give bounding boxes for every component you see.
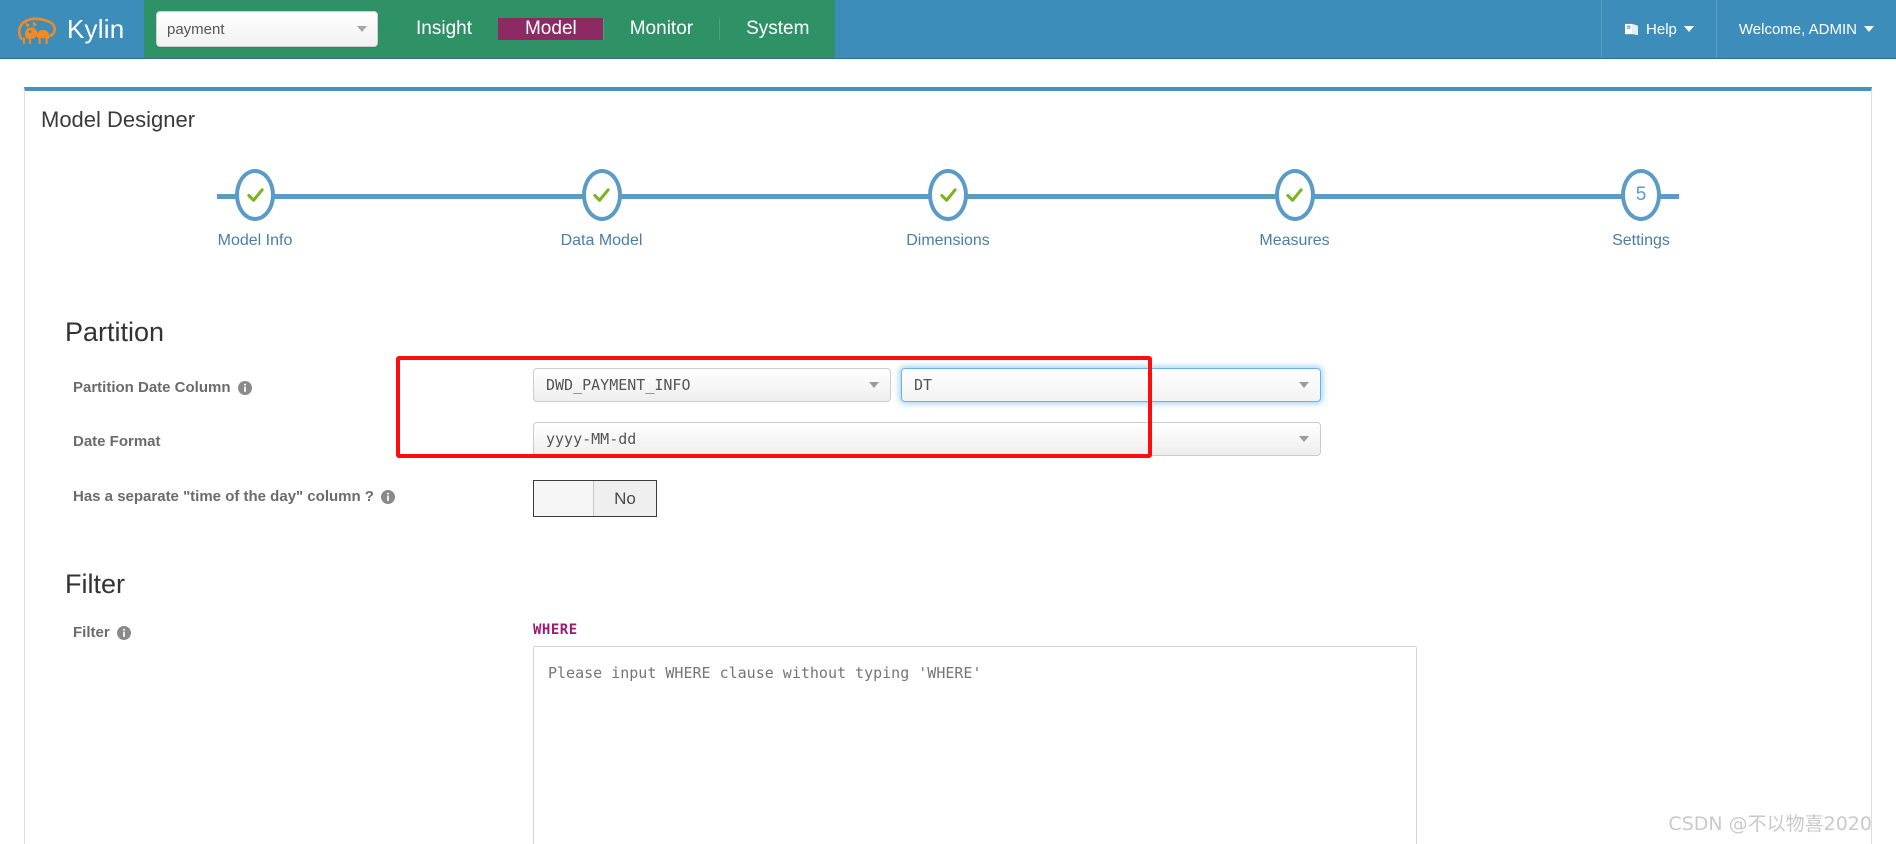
wizard-step-marker — [1274, 169, 1315, 221]
filter-row: Filter WHERE — [25, 622, 1871, 844]
filter-where-textarea[interactable] — [533, 646, 1417, 844]
top-navbar: Kylin payment Insight Model Monitor Syst… — [0, 0, 1896, 59]
check-icon — [939, 187, 957, 202]
partition-date-column-label-text: Partition Date Column — [73, 379, 231, 396]
brand-name: Kylin — [67, 14, 125, 44]
wizard-step-data-model[interactable]: Data Model — [522, 169, 682, 250]
nav-tab-model-label: Model — [524, 18, 577, 39]
wizard-step-label: Dimensions — [906, 232, 990, 249]
nav-tab-model[interactable]: Model — [497, 18, 603, 40]
wizard-step-label: Model Info — [217, 232, 293, 249]
partition-section: Partition Partition Date Column DWD_PAYM… — [25, 317, 1871, 517]
kylin-logo-icon — [17, 17, 56, 45]
wizard-step-marker — [928, 169, 968, 221]
nav-tab-monitor-label: Monitor — [629, 18, 694, 39]
info-icon[interactable] — [116, 625, 131, 640]
date-format-row: Date Format yyyy-MM-dd — [25, 422, 1871, 456]
date-format-select-value: yyyy-MM-dd — [546, 430, 637, 448]
user-label: Welcome, ADMIN — [1738, 20, 1857, 38]
check-icon — [1286, 187, 1303, 202]
nav-tab-system[interactable]: System — [719, 18, 836, 40]
partition-heading: Partition — [65, 317, 165, 347]
wizard-step-marker: 5 — [1621, 169, 1661, 221]
where-keyword-label: WHERE — [533, 622, 578, 638]
check-icon — [246, 187, 264, 202]
wizard-step-label: Settings — [1612, 232, 1670, 249]
wizard-step-label: Measures — [1259, 232, 1330, 249]
caret-down-icon — [1864, 26, 1874, 32]
partition-column-select-value: DT — [914, 376, 933, 394]
partition-column-select[interactable]: DT — [901, 368, 1321, 402]
partition-date-column-row: Partition Date Column DWD_PAYMENT_INFO D… — [25, 368, 1871, 402]
info-icon[interactable] — [237, 380, 252, 395]
user-menu[interactable]: Welcome, ADMIN — [1715, 0, 1896, 58]
caret-down-icon — [1299, 436, 1309, 442]
wizard-step-marker — [581, 169, 622, 221]
check-icon — [593, 187, 610, 202]
wizard-step-marker — [235, 169, 275, 221]
caret-down-icon — [357, 26, 367, 32]
model-designer-panel: Model Designer Model Info Data Model Dim… — [24, 87, 1872, 844]
nav-tab-system-label: System — [746, 18, 810, 39]
brand-logo-area[interactable]: Kylin — [0, 0, 144, 58]
time-of-day-controls: No — [533, 480, 1871, 517]
wizard-step-model-info[interactable]: Model Info — [175, 169, 335, 250]
info-icon[interactable] — [380, 489, 395, 504]
wizard-step-number: 5 — [1635, 184, 1647, 205]
caret-down-icon — [1683, 26, 1694, 32]
partition-table-select-value: DWD_PAYMENT_INFO — [546, 376, 691, 394]
csdn-watermark: CSDN @不以物喜2020 — [1668, 813, 1872, 835]
wizard-step-label: Data Model — [560, 232, 643, 249]
nav-tab-insight-label: Insight — [416, 18, 472, 39]
date-format-select[interactable]: yyyy-MM-dd — [533, 422, 1321, 456]
wizard-step-settings[interactable]: 5 Settings — [1561, 169, 1721, 250]
wizard-step-dimensions[interactable]: Dimensions — [868, 169, 1028, 250]
nav-tab-monitor[interactable]: Monitor — [602, 18, 720, 40]
navbar-right: Help Welcome, ADMIN — [1601, 0, 1896, 58]
partition-date-column-controls: DWD_PAYMENT_INFO DT — [533, 368, 1871, 402]
help-menu[interactable]: Help — [1601, 0, 1716, 58]
wizard-steps-bar: Model Info Data Model Dimensions Measure… — [175, 169, 1721, 265]
wizard-step-measures[interactable]: Measures — [1215, 169, 1375, 250]
navbar-spacer — [835, 0, 1602, 58]
nav-green-section: payment Insight Model Monitor System — [144, 0, 836, 58]
partition-date-column-label: Partition Date Column — [73, 368, 533, 396]
date-format-label: Date Format — [73, 422, 533, 450]
book-icon — [1625, 23, 1639, 35]
time-of-day-toggle[interactable]: No — [533, 480, 657, 517]
time-of-day-row: Has a separate "time of the day" column … — [25, 480, 1871, 517]
page-title: Model Designer — [41, 107, 196, 132]
nav-tab-insight[interactable]: Insight — [390, 18, 498, 40]
project-select[interactable]: payment — [156, 11, 378, 47]
nav-tabs: Insight Model Monitor System — [390, 18, 836, 40]
filter-section: Filter Filter WHERE — [25, 569, 1871, 844]
partition-table-select[interactable]: DWD_PAYMENT_INFO — [533, 368, 891, 402]
project-select-wrap: payment — [144, 0, 390, 58]
date-format-label-text: Date Format — [73, 433, 161, 450]
time-of-day-label: Has a separate "time of the day" column … — [73, 480, 533, 505]
help-label: Help — [1646, 20, 1677, 38]
caret-down-icon — [1299, 382, 1309, 388]
time-of-day-label-text: Has a separate "time of the day" column … — [73, 488, 374, 505]
filter-heading: Filter — [65, 569, 125, 599]
project-select-value: payment — [167, 20, 225, 38]
caret-down-icon — [869, 382, 879, 388]
filter-label-text: Filter — [73, 624, 110, 641]
date-format-controls: yyyy-MM-dd — [533, 422, 1871, 456]
filter-label: Filter — [73, 622, 533, 641]
toggle-value: No — [594, 481, 656, 516]
toggle-knob — [534, 481, 594, 516]
